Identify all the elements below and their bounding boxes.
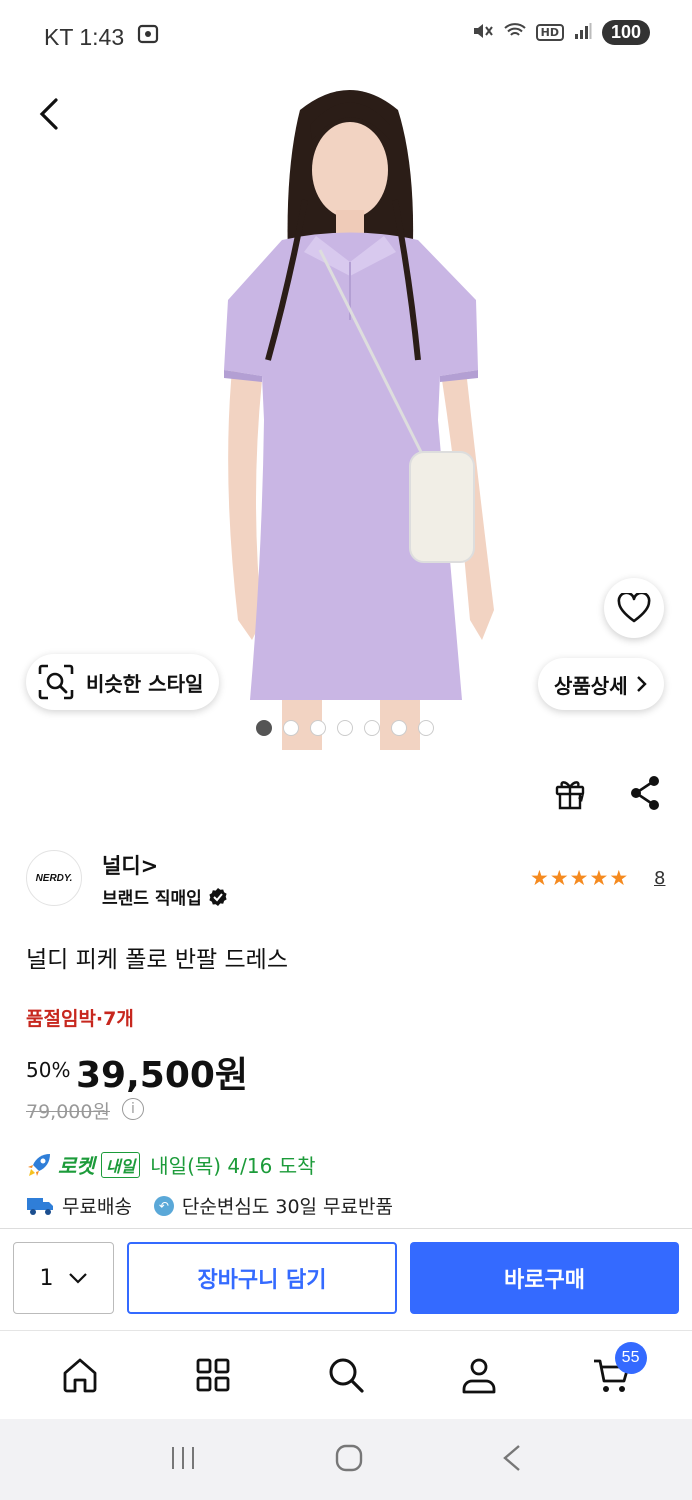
wishlist-button[interactable] bbox=[604, 578, 664, 638]
recent-apps-icon bbox=[171, 1446, 194, 1469]
status-bar: KT 1:43 HD 100 bbox=[0, 0, 692, 70]
carrier-time: KT 1:43 bbox=[44, 23, 125, 50]
rocket-tomorrow-tag: 내일 bbox=[100, 1151, 141, 1178]
nav-category[interactable] bbox=[178, 1340, 248, 1410]
truck-icon bbox=[27, 1197, 53, 1215]
product-image[interactable] bbox=[0, 70, 692, 750]
nav-search[interactable] bbox=[311, 1340, 381, 1410]
similar-style-label: 비슷한 스타일 bbox=[86, 671, 204, 696]
recent-apps-button[interactable] bbox=[169, 1444, 197, 1476]
visual-search-icon bbox=[38, 664, 74, 700]
chevron-down-icon bbox=[68, 1273, 87, 1284]
nav-cart[interactable]: 55 bbox=[577, 1340, 647, 1410]
bottom-nav: 55 bbox=[0, 1331, 692, 1419]
similar-style-button[interactable]: 비슷한 스타일 bbox=[26, 654, 220, 710]
hd-badge: HD bbox=[535, 24, 564, 41]
rocket-icon bbox=[28, 1153, 50, 1176]
review-count-link[interactable]: 8 bbox=[654, 868, 665, 889]
add-to-cart-button[interactable]: 장바구니 담기 bbox=[127, 1242, 397, 1314]
system-nav-bar bbox=[0, 1419, 692, 1500]
mute-icon bbox=[472, 21, 494, 45]
pagination-dot[interactable] bbox=[337, 720, 353, 736]
my-page-icon bbox=[462, 1358, 496, 1394]
cart-count-badge: 55 bbox=[614, 1342, 647, 1374]
home-system-button[interactable] bbox=[334, 1443, 364, 1477]
star-icon: ★ bbox=[549, 866, 569, 890]
back-button[interactable] bbox=[28, 92, 68, 136]
pagination-dot[interactable] bbox=[391, 720, 407, 736]
star-icon: ★ bbox=[589, 866, 609, 890]
return-icon: ↶ bbox=[153, 1195, 174, 1216]
product-detail-button[interactable]: 상품상세 bbox=[538, 658, 664, 710]
verified-icon bbox=[209, 887, 227, 906]
search-icon bbox=[329, 1358, 364, 1393]
sale-price: 39,500원 bbox=[76, 1055, 249, 1096]
gallery-pagination bbox=[256, 720, 434, 736]
back-system-button[interactable] bbox=[501, 1443, 523, 1477]
chevron-left-icon bbox=[39, 98, 58, 130]
product-detail-label: 상품상세 bbox=[554, 673, 628, 698]
product-title: 널디 피케 폴로 반팔 드레스 bbox=[26, 947, 289, 973]
stock-warning: 품절임박·7개 bbox=[26, 1008, 134, 1030]
share-icon bbox=[631, 776, 659, 810]
wifi-icon bbox=[503, 22, 526, 44]
home-circle-icon bbox=[335, 1444, 363, 1471]
back-system-icon bbox=[503, 1444, 521, 1471]
divider bbox=[0, 1228, 692, 1229]
quantity-select[interactable]: 1 bbox=[13, 1242, 114, 1314]
brand-direct-label: 브랜드 직매입 bbox=[102, 889, 202, 909]
pagination-dot[interactable] bbox=[283, 720, 299, 736]
free-shipping-text: 무료배송 bbox=[62, 1196, 132, 1218]
signal-icon bbox=[574, 22, 592, 44]
free-return-text: 단순변심도 30일 무료반품 bbox=[181, 1196, 393, 1218]
brand-logo[interactable]: NERDY. bbox=[26, 850, 82, 906]
rating-stars[interactable]: ★ ★ ★ ★ ★ bbox=[530, 866, 628, 890]
heart-icon bbox=[617, 593, 651, 623]
star-icon: ★ bbox=[569, 866, 589, 890]
star-icon: ★ bbox=[530, 866, 549, 890]
chevron-right-icon bbox=[636, 676, 647, 692]
gift-icon bbox=[555, 781, 585, 810]
buy-now-button[interactable]: 바로구매 bbox=[410, 1242, 679, 1314]
pagination-dot[interactable] bbox=[364, 720, 380, 736]
status-right: HD 100 bbox=[472, 20, 650, 45]
original-price: 79,000원 bbox=[26, 1101, 110, 1123]
rocket-delivery-row: 로켓 내일 내일(목) 4/16 도착 bbox=[26, 1150, 316, 1179]
arrival-date: 내일(목) 4/16 도착 bbox=[150, 1154, 316, 1178]
pagination-dot[interactable] bbox=[310, 720, 326, 736]
product-photo bbox=[224, 90, 494, 750]
brand-direct-badge: 브랜드 직매입 bbox=[102, 884, 228, 909]
share-button[interactable] bbox=[628, 774, 662, 816]
discount-rate: 50% bbox=[26, 1058, 71, 1082]
home-icon bbox=[63, 1358, 97, 1393]
battery-indicator: 100 bbox=[601, 20, 650, 45]
gift-button[interactable] bbox=[552, 774, 590, 816]
nav-my-page[interactable] bbox=[444, 1340, 514, 1410]
category-icon bbox=[196, 1358, 230, 1392]
pagination-dot[interactable] bbox=[418, 720, 434, 736]
rocket-label: 로켓 bbox=[58, 1154, 95, 1178]
quantity-value: 1 bbox=[39, 1265, 54, 1291]
star-icon: ★ bbox=[609, 866, 629, 890]
nav-home[interactable] bbox=[45, 1340, 115, 1410]
screenshot-icon bbox=[136, 22, 160, 52]
status-left: KT 1:43 bbox=[44, 22, 160, 52]
shipping-row: 무료배송 ↶ 단순변심도 30일 무료반품 bbox=[26, 1192, 393, 1219]
info-icon[interactable]: i bbox=[122, 1098, 144, 1120]
pagination-dot[interactable] bbox=[256, 720, 272, 736]
brand-name-link[interactable]: 널디> bbox=[102, 850, 158, 880]
